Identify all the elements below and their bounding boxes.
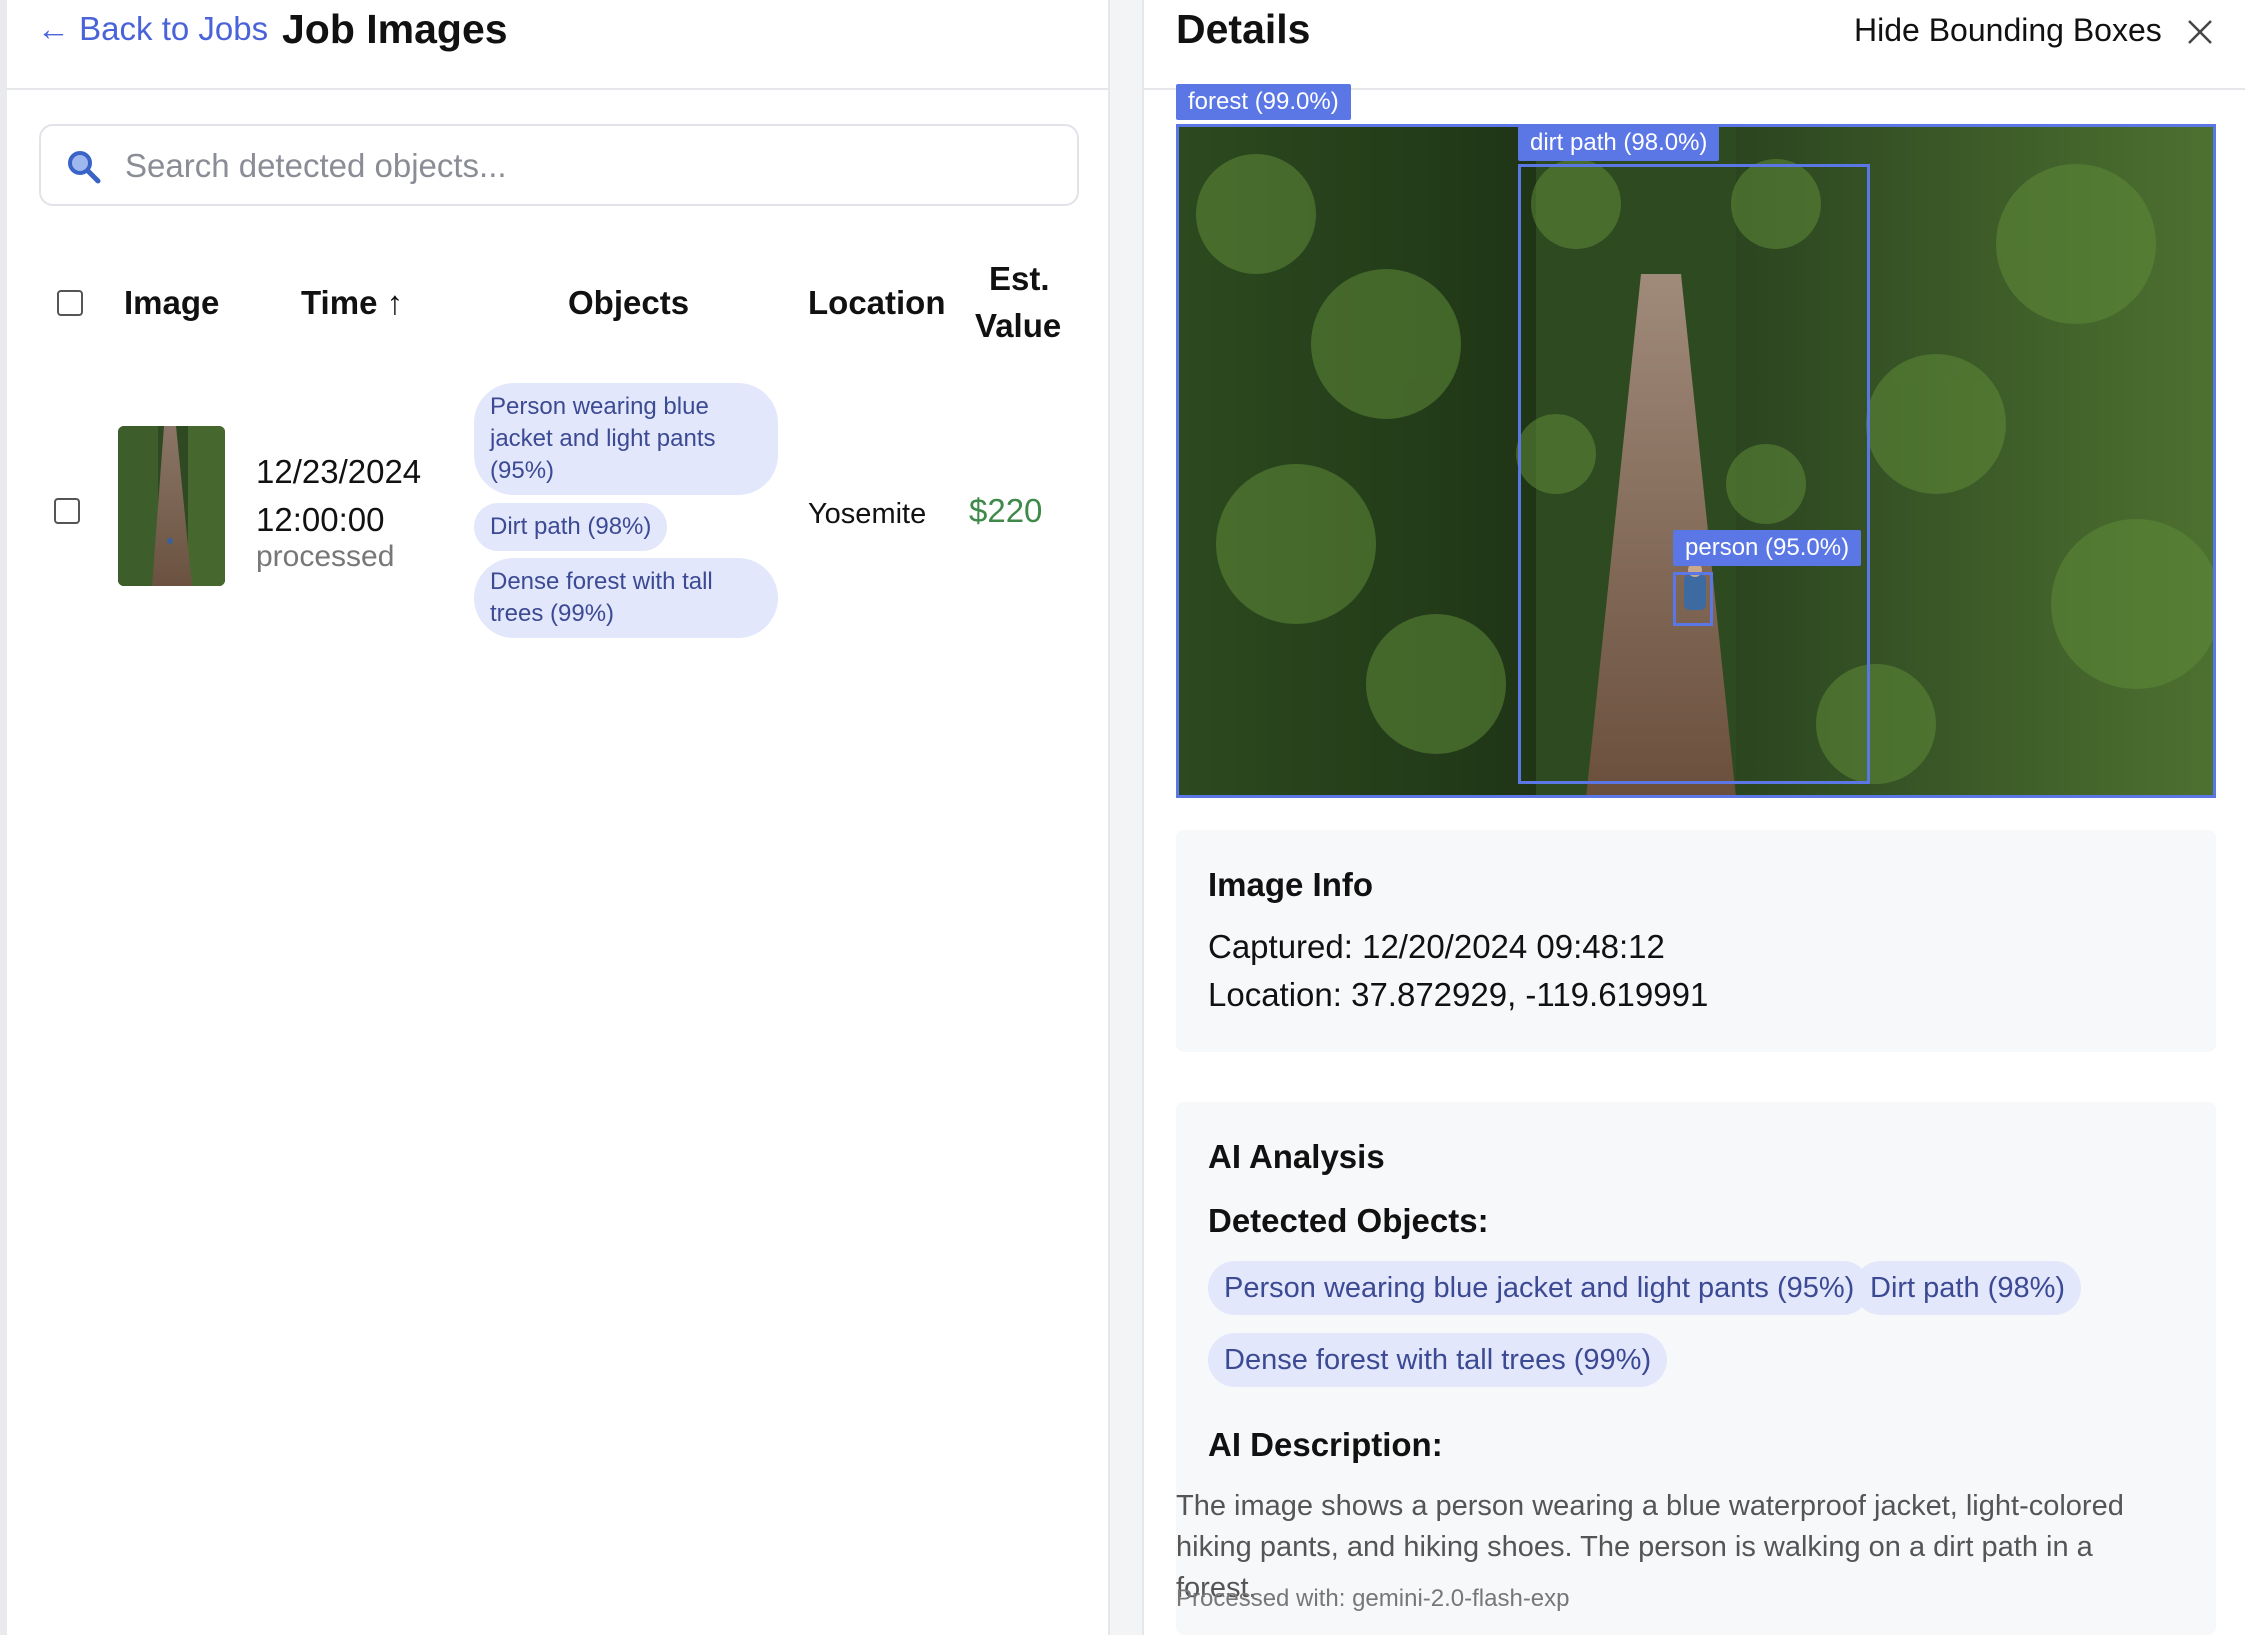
job-images-header: ← Back to Jobs Job Images bbox=[7, 0, 1108, 90]
row-thumbnail-image[interactable] bbox=[118, 426, 225, 586]
row-datetime: 12/23/2024 12:00:00 bbox=[256, 448, 421, 544]
column-header-location: Location bbox=[808, 284, 946, 321]
column-header-time[interactable]: Time ↑ bbox=[301, 284, 403, 322]
left-gutter bbox=[0, 0, 7, 1635]
details-title: Details bbox=[1176, 6, 1311, 52]
object-tag: Dense forest with tall trees (99%) bbox=[474, 558, 778, 638]
dirt-path-bounding-box-label: dirt path (98.0%) bbox=[1518, 125, 1720, 161]
ai-description-title: AI Description: bbox=[1208, 1426, 1443, 1463]
captured-datetime: Captured: 12/20/2024 09:48:12 bbox=[1208, 928, 1665, 965]
image-viewer[interactable]: forest (99.0%) dirt path (98.0%) person … bbox=[1176, 84, 2216, 798]
row-location: Yosemite bbox=[808, 498, 927, 530]
panel-divider[interactable] bbox=[1108, 0, 1144, 1635]
table-header: Image Time ↑ Objects Location Est. Value bbox=[7, 250, 1108, 370]
row-time: 12:00:00 bbox=[256, 501, 385, 538]
details-panel: Details Hide Bounding Boxes forest (99.0… bbox=[1144, 0, 2245, 1635]
image-info-title: Image Info bbox=[1208, 866, 1374, 903]
detected-objects-title: Detected Objects: bbox=[1208, 1202, 1489, 1239]
row-checkbox[interactable] bbox=[54, 498, 80, 524]
object-tag: Person wearing blue jacket and light pan… bbox=[474, 383, 778, 495]
column-header-value-line1: Est. bbox=[989, 260, 1050, 297]
ai-analysis-title: AI Analysis bbox=[1208, 1138, 1385, 1175]
row-est-value: $220 bbox=[969, 492, 1043, 529]
forest-bounding-box-label: forest (99.0%) bbox=[1176, 84, 1351, 120]
search-box[interactable] bbox=[39, 124, 1079, 206]
object-tag: Dirt path (98%) bbox=[474, 503, 668, 551]
column-header-value-line2: Value bbox=[975, 307, 1062, 344]
search-icon bbox=[68, 151, 101, 184]
dirt-path-bounding-box bbox=[1518, 164, 1870, 784]
column-header-image: Image bbox=[124, 284, 220, 321]
detected-object-tag: Dirt path (98%) bbox=[1854, 1261, 2082, 1315]
table-row[interactable]: 12/23/2024 12:00:00 processed Person wea… bbox=[7, 380, 1108, 640]
select-all-checkbox[interactable] bbox=[57, 290, 83, 316]
hide-bounding-boxes-button[interactable]: Hide Bounding Boxes bbox=[1854, 12, 2162, 49]
row-date: 12/23/2024 bbox=[256, 453, 422, 490]
person-bounding-box-label: person (95.0%) bbox=[1673, 530, 1862, 566]
person-bounding-box bbox=[1673, 572, 1713, 626]
detected-object-tag: Person wearing blue jacket and light pan… bbox=[1208, 1261, 1871, 1315]
processed-with-model: Processed with: gemini-2.0-flash-exp bbox=[1176, 1585, 1570, 1612]
close-icon[interactable] bbox=[2184, 16, 2216, 48]
job-images-panel: ← Back to Jobs Job Images Image Time ↑ O… bbox=[7, 0, 1108, 1635]
back-to-jobs-link[interactable]: ← Back to Jobs bbox=[37, 10, 268, 48]
detected-object-tag: Dense forest with tall trees (99%) bbox=[1208, 1333, 1668, 1387]
image-info-card: Image Info Captured: 12/20/2024 09:48:12… bbox=[1176, 830, 2216, 1052]
image-location: Location: 37.872929, -119.619991 bbox=[1208, 976, 1709, 1013]
details-header: Details Hide Bounding Boxes bbox=[1144, 0, 2245, 90]
row-status: processed bbox=[256, 540, 395, 573]
page-title: Job Images bbox=[282, 6, 508, 52]
search-input[interactable] bbox=[125, 140, 1045, 192]
column-header-objects: Objects bbox=[568, 284, 690, 321]
